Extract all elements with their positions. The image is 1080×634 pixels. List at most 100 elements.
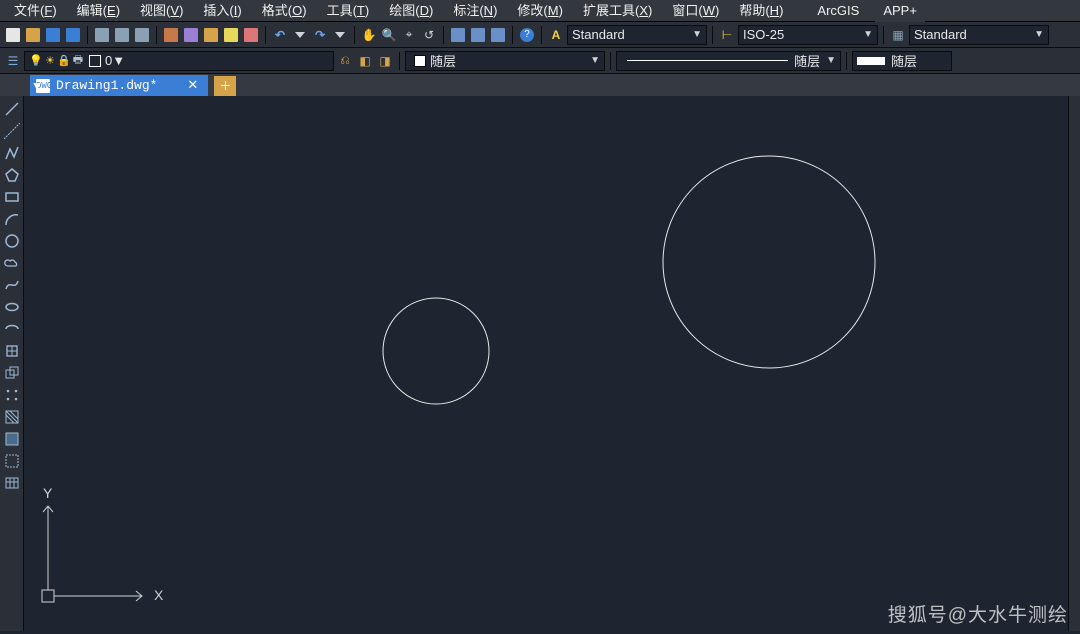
lock-icon: 🔒 xyxy=(57,54,71,68)
erase-icon[interactable] xyxy=(242,26,260,44)
matchprop-icon[interactable] xyxy=(222,26,240,44)
menu-window[interactable]: 窗口(W) xyxy=(662,0,729,22)
layer-prev-icon[interactable]: ⎌ xyxy=(336,52,354,70)
drawn-circle-large[interactable] xyxy=(663,156,875,368)
menu-file[interactable]: 文件(F) xyxy=(4,0,67,22)
zoom-prev-icon[interactable]: ↺ xyxy=(420,26,438,44)
layer-manager-icon[interactable]: ☰ xyxy=(4,52,22,70)
redo-icon[interactable]: ↷ xyxy=(311,26,329,44)
separator xyxy=(883,26,884,44)
table-style-icon[interactable]: ▦ xyxy=(889,26,907,44)
design-center-icon[interactable] xyxy=(469,26,487,44)
make-block-icon[interactable] xyxy=(3,364,21,382)
menu-edit[interactable]: 编辑(E) xyxy=(67,0,130,22)
menu-view[interactable]: 视图(V) xyxy=(130,0,193,22)
toolbar-layers: ☰ 💡 ☀ 🔒 🖶 0 ▼ ⎌ ◧ ◨ 随层 ▼ 随层 ▼ 随层 xyxy=(0,48,1080,74)
line-icon[interactable] xyxy=(3,100,21,118)
publish-icon[interactable] xyxy=(133,26,151,44)
ucs-icon xyxy=(42,506,142,602)
rectangle-icon[interactable] xyxy=(3,188,21,206)
open-icon[interactable] xyxy=(24,26,42,44)
menu-dimension[interactable]: 标注(N) xyxy=(443,0,507,22)
color-swatch-icon xyxy=(414,55,426,67)
region-icon[interactable] xyxy=(3,452,21,470)
redo-dropdown-icon[interactable] xyxy=(331,26,349,44)
menu-format[interactable]: 格式(O) xyxy=(252,0,317,22)
text-style-dropdown[interactable]: Standard ▼ xyxy=(567,25,707,45)
new-icon[interactable] xyxy=(4,26,22,44)
menu-insert[interactable]: 插入(I) xyxy=(193,0,251,22)
properties-icon[interactable] xyxy=(449,26,467,44)
insert-block-icon[interactable] xyxy=(3,342,21,360)
zoom-realtime-icon[interactable]: 🔍 xyxy=(380,26,398,44)
menu-tools[interactable]: 工具(T) xyxy=(317,0,380,22)
drawn-circle-small[interactable] xyxy=(383,298,489,404)
lineweight-preview-icon xyxy=(857,57,885,65)
undo-icon[interactable]: ↶ xyxy=(271,26,289,44)
spline-icon[interactable] xyxy=(3,276,21,294)
bulb-icon: 💡 xyxy=(29,54,43,68)
lineweight-dropdown[interactable]: 随层 xyxy=(852,51,952,71)
layer-make-icon[interactable]: ◨ xyxy=(376,52,394,70)
table-style-dropdown[interactable]: Standard ▼ xyxy=(909,25,1049,45)
undo-dropdown-icon[interactable] xyxy=(291,26,309,44)
color-value: 随层 xyxy=(430,51,456,70)
new-tab-button[interactable]: ＋ xyxy=(214,76,236,96)
pan-icon[interactable]: ✋ xyxy=(360,26,378,44)
menu-help[interactable]: 帮助(H) xyxy=(729,0,793,22)
linetype-dropdown[interactable]: 随层 ▼ xyxy=(616,51,841,71)
zoom-window-icon[interactable]: ⌖ xyxy=(400,26,418,44)
layer-color-swatch xyxy=(89,55,101,67)
menu-draw[interactable]: 绘图(D) xyxy=(379,0,443,22)
separator xyxy=(610,52,611,70)
polygon-icon[interactable] xyxy=(3,166,21,184)
tool-palette-icon[interactable] xyxy=(489,26,507,44)
linetype-preview-icon xyxy=(627,60,788,61)
dim-style-dropdown[interactable]: ISO-25 ▼ xyxy=(738,25,878,45)
menu-express[interactable]: 扩展工具(X) xyxy=(573,0,662,22)
separator xyxy=(512,26,513,44)
gradient-icon[interactable] xyxy=(3,430,21,448)
plot-icon: 🖶 xyxy=(71,54,85,68)
close-icon[interactable]: ✕ xyxy=(187,78,198,93)
lineweight-value: 随层 xyxy=(891,51,917,70)
text-style-icon[interactable]: A xyxy=(547,26,565,44)
separator xyxy=(399,52,400,70)
ellipse-icon[interactable] xyxy=(3,298,21,316)
separator xyxy=(354,26,355,44)
point-icon[interactable] xyxy=(3,386,21,404)
dim-style-icon[interactable]: ⊢ xyxy=(718,26,736,44)
ellipse-arc-icon[interactable] xyxy=(3,320,21,338)
menu-arcgis[interactable]: ArcGIS xyxy=(809,0,867,22)
tab-drawing1[interactable]: DWG Drawing1.dwg* ✕ xyxy=(30,75,208,97)
saveall-icon[interactable] xyxy=(64,26,82,44)
help-icon[interactable]: ? xyxy=(518,26,536,44)
polyline-icon[interactable] xyxy=(3,144,21,162)
separator xyxy=(156,26,157,44)
separator xyxy=(712,26,713,44)
preview-icon[interactable] xyxy=(113,26,131,44)
separator xyxy=(541,26,542,44)
hatch-icon[interactable] xyxy=(3,408,21,426)
save-icon[interactable] xyxy=(44,26,62,44)
paste-icon[interactable] xyxy=(202,26,220,44)
menu-modify[interactable]: 修改(M) xyxy=(507,0,573,22)
arc-icon[interactable] xyxy=(3,210,21,228)
separator xyxy=(87,26,88,44)
construction-line-icon[interactable] xyxy=(3,122,21,140)
circle-icon[interactable] xyxy=(3,232,21,250)
linetype-value: 随层 xyxy=(794,51,820,70)
vertical-scrollbar[interactable] xyxy=(1068,96,1080,631)
copy-icon[interactable] xyxy=(182,26,200,44)
table-icon[interactable] xyxy=(3,474,21,492)
collapse-icon[interactable]: ▼ xyxy=(31,79,43,93)
cloud-icon[interactable] xyxy=(3,254,21,272)
cut-icon[interactable] xyxy=(162,26,180,44)
color-dropdown[interactable]: 随层 ▼ xyxy=(405,51,605,71)
menu-app-plus[interactable]: APP+ xyxy=(875,0,925,22)
layer-dropdown[interactable]: 💡 ☀ 🔒 🖶 0 ▼ xyxy=(24,51,334,71)
drawing-canvas[interactable]: X Y xyxy=(24,96,1080,631)
layer-state-icon[interactable]: ◧ xyxy=(356,52,374,70)
separator xyxy=(846,52,847,70)
print-icon[interactable] xyxy=(93,26,111,44)
